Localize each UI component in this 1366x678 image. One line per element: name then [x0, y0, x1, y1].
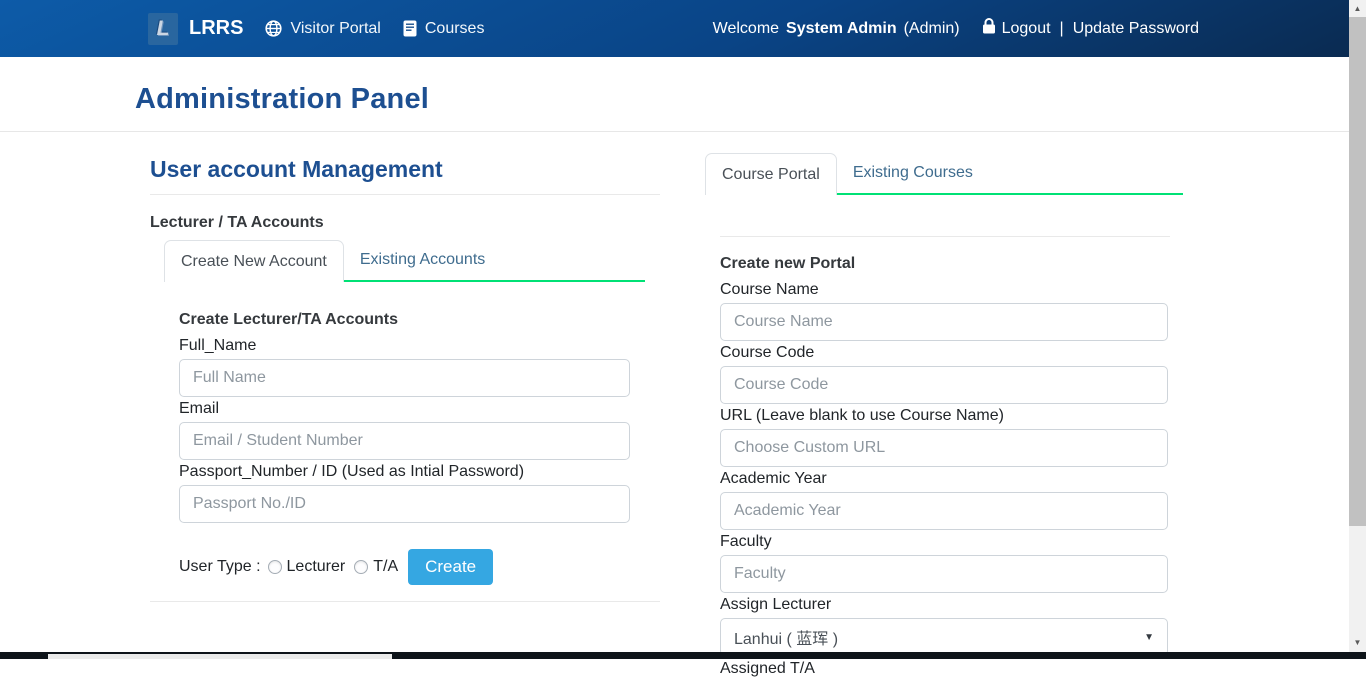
- passport-input[interactable]: [179, 485, 630, 523]
- divider: [150, 601, 660, 602]
- globe-icon: [265, 20, 282, 37]
- course-code-label: Course Code: [720, 345, 1168, 361]
- create-portal-form: Create new Portal Course Name Course Cod…: [720, 255, 1168, 678]
- create-button[interactable]: Create: [408, 549, 493, 585]
- chevron-down-icon: ▼: [1144, 632, 1154, 643]
- account-tabs: Create New Account Existing Accounts: [164, 240, 645, 282]
- page-title: Administration Panel: [135, 84, 1366, 114]
- title-bar: Administration Panel: [0, 57, 1366, 132]
- course-name-input[interactable]: [720, 303, 1168, 341]
- book-icon: [403, 20, 417, 37]
- academic-year-label: Academic Year: [720, 471, 1168, 487]
- assign-lecturer-label: Assign Lecturer: [720, 597, 1168, 613]
- create-portal-form-title: Create new Portal: [720, 255, 1168, 273]
- welcome-text: Welcome: [713, 20, 779, 38]
- selected-lecturer-value: Lanhui ( 蓝珲 ): [734, 625, 838, 649]
- tab-underline: Existing Accounts: [344, 240, 645, 282]
- radio-ta-label[interactable]: T/A: [373, 558, 398, 576]
- update-password-link[interactable]: Update Password: [1073, 20, 1199, 38]
- nav-divider: |: [1060, 20, 1064, 38]
- academic-year-input[interactable]: [720, 492, 1168, 530]
- scroll-up-icon[interactable]: ▲: [1349, 0, 1366, 17]
- bottom-edge-strip: [0, 652, 1366, 659]
- logout-link[interactable]: Logout: [982, 18, 1051, 39]
- scroll-down-icon[interactable]: ▼: [1349, 634, 1366, 651]
- assigned-ta-label: Assigned T/A: [720, 660, 1168, 678]
- brand-label: LRRS: [189, 17, 243, 40]
- brand-link[interactable]: L LRRS: [148, 13, 243, 45]
- main-content: User account Management Lecturer / TA Ac…: [0, 132, 1366, 678]
- course-tabs: Course Portal Existing Courses: [705, 153, 1183, 195]
- divider: [720, 236, 1170, 237]
- create-account-form: Create Lecturer/TA Accounts Full_Name Em…: [179, 311, 630, 585]
- full-name-label: Full_Name: [179, 338, 630, 354]
- faculty-input[interactable]: [720, 555, 1168, 593]
- logout-label: Logout: [1002, 20, 1051, 38]
- user-name: System Admin: [786, 20, 897, 38]
- user-role: (Admin): [904, 20, 960, 38]
- full-name-input[interactable]: [179, 359, 630, 397]
- custom-url-input[interactable]: [720, 429, 1168, 467]
- tab-underline: Existing Courses: [837, 153, 1183, 195]
- bottom-edge-strip-highlight: [48, 654, 392, 659]
- tab-label: Existing Courses: [853, 164, 973, 182]
- tab-label: Existing Accounts: [360, 251, 485, 269]
- lock-icon: [982, 18, 996, 39]
- navbar-right-group: Welcome System Admin (Admin) Logout | Up…: [713, 18, 1199, 39]
- tab-create-new-account[interactable]: Create New Account: [164, 240, 344, 282]
- radio-ta[interactable]: [354, 560, 368, 574]
- navbar-left-group: L LRRS Visitor Portal: [148, 13, 484, 45]
- tab-existing-accounts[interactable]: Existing Accounts: [344, 240, 501, 280]
- course-portal-section: Course Portal Existing Courses Create ne…: [705, 132, 1183, 678]
- course-code-input[interactable]: [720, 366, 1168, 404]
- nav-link-label: Visitor Portal: [290, 20, 380, 38]
- email-label: Email: [179, 401, 630, 417]
- user-account-heading: User account Management: [150, 156, 660, 183]
- tab-label: Course Portal: [722, 166, 820, 184]
- user-account-section: User account Management Lecturer / TA Ac…: [150, 132, 660, 602]
- tab-label: Create New Account: [181, 253, 327, 271]
- assign-lecturer-select[interactable]: Lanhui ( 蓝珲 ) ▼: [720, 618, 1168, 656]
- nav-link-courses[interactable]: Courses: [403, 20, 485, 38]
- email-input[interactable]: [179, 422, 630, 460]
- custom-url-label: URL (Leave blank to use Course Name): [720, 408, 1168, 424]
- tab-existing-courses[interactable]: Existing Courses: [837, 153, 989, 193]
- divider: [150, 194, 660, 195]
- vertical-scrollbar[interactable]: ▲ ▼: [1349, 0, 1366, 659]
- passport-label: Passport_Number / ID (Used as Intial Pas…: [179, 464, 630, 480]
- course-name-label: Course Name: [720, 282, 1168, 298]
- user-type-row: User Type : Lecturer T/A Create: [179, 549, 630, 585]
- create-account-form-title: Create Lecturer/TA Accounts: [179, 311, 630, 329]
- radio-lecturer-label[interactable]: Lecturer: [287, 558, 346, 576]
- lecturer-ta-accounts-heading: Lecturer / TA Accounts: [150, 214, 660, 232]
- radio-lecturer[interactable]: [268, 560, 282, 574]
- top-navbar: L LRRS Visitor Portal: [0, 0, 1366, 57]
- tab-course-portal[interactable]: Course Portal: [705, 153, 837, 195]
- user-type-label: User Type :: [179, 558, 261, 576]
- faculty-label: Faculty: [720, 534, 1168, 550]
- nav-link-label: Courses: [425, 20, 485, 38]
- scrollbar-thumb[interactable]: [1349, 17, 1366, 526]
- lrrs-logo-icon: L: [148, 13, 178, 45]
- nav-link-visitor-portal[interactable]: Visitor Portal: [265, 20, 380, 38]
